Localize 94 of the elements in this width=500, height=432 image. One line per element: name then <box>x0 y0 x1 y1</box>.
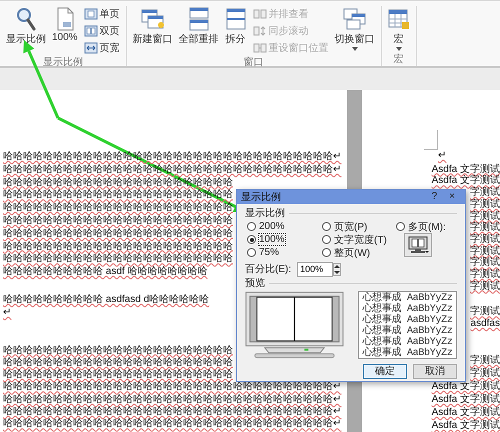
group-label: 显示比例 <box>42 56 84 69</box>
text-line: 字测试 <box>470 246 500 257</box>
sample-text: 心想事成 AaBbYyZz <box>362 315 453 326</box>
close-button[interactable]: × <box>443 191 461 203</box>
radio-button[interactable] <box>322 222 331 231</box>
text-line: ↵ <box>438 150 446 162</box>
text-line: 哈哈哈哈哈哈哈哈哈哈哈哈哈哈哈哈哈哈哈哈哈哈哈 <box>3 228 233 241</box>
option-label[interactable]: 页宽(P) <box>334 220 368 234</box>
section-label: 预览 <box>245 277 265 290</box>
sample-text: 心想事成 AaBbYyZz <box>362 304 453 315</box>
text-line: 字测试 <box>470 354 500 367</box>
text-line: Asdfa 文字测试 <box>432 175 500 186</box>
text-line: 字测试 <box>470 280 500 292</box>
windows-icon <box>342 7 367 31</box>
text-line: 哈哈哈哈哈哈哈哈哈哈哈哈哈哈哈哈哈哈哈哈哈哈哈 <box>3 202 233 215</box>
magnifier-icon <box>15 7 37 31</box>
option-label[interactable]: 多页(M): <box>408 220 446 234</box>
text-line: Asdfa 文字测试 <box>432 392 500 406</box>
text-line: 字测试 <box>470 257 500 268</box>
ribbon-button[interactable]: 新建窗口 <box>130 6 175 47</box>
side-by-side-icon <box>252 8 267 20</box>
text-line: 哈哈哈哈哈哈哈哈哈哈哈哈哈哈哈哈哈哈哈哈哈哈哈哈哈哈哈哈哈哈哈哈哈↵ <box>3 418 342 431</box>
sample-text: 心想事成 AaBbYyZz <box>362 348 453 358</box>
text-line: 字测试 <box>470 210 500 222</box>
two-pages-icon <box>84 25 98 37</box>
ribbon-button[interactable]: 拆分 <box>222 6 249 47</box>
ribbon-button[interactable]: 双页 <box>82 23 122 39</box>
monitor-icon <box>407 236 429 254</box>
ribbon-button[interactable]: 页宽 <box>82 40 122 56</box>
sample-text: 心想事成 AaBbYyZz <box>362 326 453 337</box>
ribbon-button[interactable]: 切换窗口 <box>332 6 377 52</box>
ribbon-button[interactable]: 100% <box>50 6 80 44</box>
text-line: asdfas <box>470 318 500 330</box>
group-label: 宏 <box>392 53 405 66</box>
radio-button[interactable] <box>396 222 405 231</box>
text-line: 字测试 <box>470 187 500 198</box>
text-line: 哈哈哈哈哈哈哈哈哈哈哈哈哈哈哈哈哈哈哈哈哈哈哈哈哈哈哈哈哈哈哈哈哈↵ <box>3 406 342 418</box>
text-line: 字测试 <box>470 366 500 380</box>
text-line: 字测试 <box>470 234 500 246</box>
option-label[interactable]: 100% <box>259 234 285 245</box>
spin-button[interactable] <box>333 262 342 276</box>
text-line: Asdfa 文字测试 <box>432 418 500 432</box>
radio-button[interactable] <box>322 235 331 244</box>
table-icon <box>388 7 410 31</box>
text-line: Asdfa 文字测试 <box>432 380 500 393</box>
text-line: 哈哈哈哈哈哈哈哈哈哈哈哈哈哈哈哈哈哈哈哈哈哈哈 <box>3 214 233 228</box>
window-title: 显示比例 <box>241 190 282 204</box>
percent-field[interactable]: 100% <box>297 262 334 276</box>
field-label: 百分比(E): <box>245 262 292 276</box>
text-line: 字测试 <box>470 222 500 234</box>
text-line: ↵ <box>3 306 12 320</box>
help-button[interactable]: ? <box>426 191 444 203</box>
option-label[interactable]: 整页(W) <box>334 246 370 260</box>
radio-button[interactable] <box>322 248 331 257</box>
dialog-button[interactable]: 确定 <box>363 364 407 379</box>
multi-page-button[interactable] <box>404 233 432 257</box>
text-line: 哈哈哈哈哈哈哈哈哈哈哈哈哈哈哈哈哈哈哈哈哈哈哈 <box>3 356 233 369</box>
option-label[interactable]: 75% <box>259 247 280 258</box>
page-icon <box>54 7 75 31</box>
caret-icon <box>396 47 402 51</box>
option-label[interactable]: 文字宽度(T) <box>334 232 387 246</box>
radio-button[interactable] <box>247 235 256 244</box>
text-line: 哈哈哈哈哈哈哈哈哈哈哈哈哈哈哈哈哈哈哈哈哈哈哈 <box>3 369 233 381</box>
text-line: 哈哈哈哈哈哈哈哈哈哈哈哈哈哈哈哈哈哈哈哈哈哈哈哈哈哈哈哈哈哈哈哈哈↵ <box>3 394 342 406</box>
text-line: 字测试 <box>470 269 500 280</box>
windows-icon <box>140 7 165 31</box>
option-label[interactable]: 200% <box>259 221 285 232</box>
text-line: 哈哈哈哈哈哈哈哈哈哈哈哈哈哈哈哈哈哈哈哈哈哈哈 <box>3 253 233 266</box>
text-line: 哈哈哈哈哈哈哈哈哈哈哈哈哈哈哈哈哈哈哈哈哈哈哈 <box>3 344 233 357</box>
dialog-button[interactable]: 取消 <box>413 364 457 379</box>
corner-mark <box>424 130 438 150</box>
stacked-panes-icon <box>188 7 210 31</box>
radio-button[interactable] <box>247 248 256 257</box>
text-line: Asdfa 文字测试 <box>432 164 500 175</box>
split-pane-icon <box>224 7 247 31</box>
caret-icon <box>352 47 358 51</box>
group-label: 窗口 <box>242 56 265 69</box>
text-line: 字测试 <box>470 198 500 210</box>
text-line: 哈哈哈哈哈哈哈哈哈哈哈哈哈哈哈哈哈哈哈哈哈哈哈哈哈哈哈哈哈哈哈哈哈↵ <box>3 381 342 394</box>
radio-button[interactable] <box>247 222 256 231</box>
page-width-icon <box>84 42 98 54</box>
sample-text: 心想事成 AaBbYyZz <box>362 337 453 348</box>
ribbon-button[interactable]: 全部重排 <box>176 6 221 47</box>
text-line: 字测试 <box>470 306 500 318</box>
ribbon-button[interactable]: 单页 <box>82 6 122 22</box>
sync-scroll-icon <box>252 25 267 37</box>
text-line: Asdfa 文字测试 <box>432 406 500 419</box>
page-icon <box>84 8 98 20</box>
text-line: 哈哈哈哈哈哈哈哈哈哈 asdfasd d哈哈哈哈哈哈 <box>3 294 210 307</box>
ribbon-button[interactable]: 宏 <box>386 6 412 52</box>
section-label: 显示比例 <box>245 207 285 220</box>
text-line: 哈哈哈哈哈哈哈哈哈哈 asdf 哈哈哈哈哈哈哈哈 <box>3 266 208 279</box>
text-line: 哈哈哈哈哈哈哈哈哈哈哈哈哈哈哈哈哈哈哈哈哈哈哈 <box>3 240 233 253</box>
window-reset-icon <box>252 42 267 54</box>
